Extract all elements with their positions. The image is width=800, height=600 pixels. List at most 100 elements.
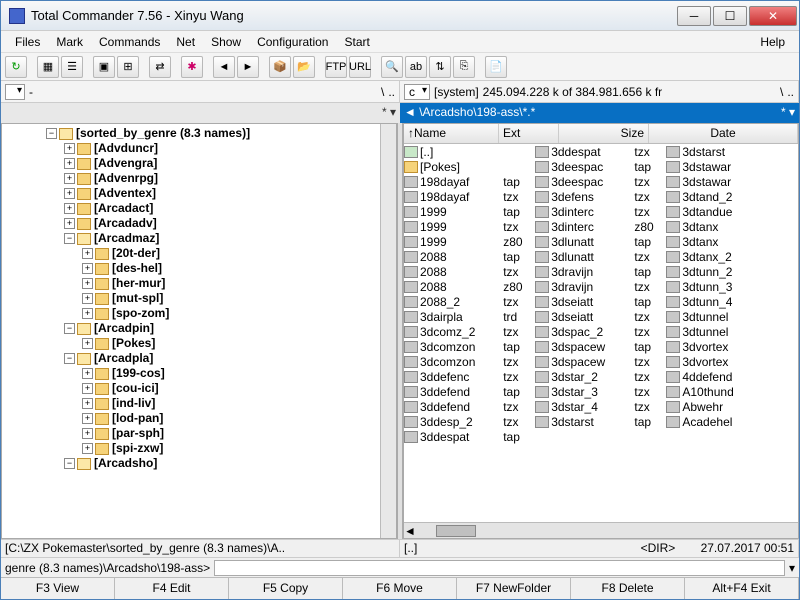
file-row[interactable]: 3deespactzx: [535, 174, 666, 189]
file-row[interactable]: 2088tap: [404, 249, 535, 264]
file-row[interactable]: 3dstawar: [666, 159, 797, 174]
file-row[interactable]: 3defenstzx: [535, 189, 666, 204]
file-row[interactable]: 3dstarst: [666, 144, 797, 159]
file-row[interactable]: [..]: [404, 144, 535, 159]
file-row[interactable]: 3ddesp_2tzx: [404, 414, 535, 429]
file-row[interactable]: 3dspac_2tzx: [535, 324, 666, 339]
tree-item[interactable]: −[Arcadmaz]: [6, 231, 378, 246]
file-row[interactable]: 3dstar_3tzx: [535, 384, 666, 399]
menu-files[interactable]: Files: [7, 33, 48, 51]
root-right-icon[interactable]: \: [780, 85, 783, 99]
notepad-icon[interactable]: 📄: [485, 56, 507, 78]
pack-icon[interactable]: 📦: [269, 56, 291, 78]
tree-item[interactable]: +[Pokes]: [6, 336, 378, 351]
unpack-icon[interactable]: 📂: [293, 56, 315, 78]
tree-item[interactable]: +[Arcadact]: [6, 201, 378, 216]
file-row[interactable]: 2088tzx: [404, 264, 535, 279]
scrollbar-left[interactable]: [380, 124, 396, 538]
file-row[interactable]: 3dlunatttap: [535, 234, 666, 249]
file-row[interactable]: 198dayaftzx: [404, 189, 535, 204]
file-row[interactable]: 1999tap: [404, 204, 535, 219]
search-icon[interactable]: 🔍: [381, 56, 403, 78]
menu-configuration[interactable]: Configuration: [249, 33, 336, 51]
command-input[interactable]: [214, 560, 785, 576]
file-row[interactable]: 3dcomz_2tzx: [404, 324, 535, 339]
tree-item[interactable]: +[spo-zom]: [6, 306, 378, 321]
file-row[interactable]: 3dvortex: [666, 339, 797, 354]
file-row[interactable]: 3deespactap: [535, 159, 666, 174]
file-row[interactable]: 3dstarsttap: [535, 414, 666, 429]
file-row[interactable]: 3ddefenctzx: [404, 369, 535, 384]
file-row[interactable]: Acadehel: [666, 414, 797, 429]
file-row[interactable]: 3dairplatrd: [404, 309, 535, 324]
file-row[interactable]: 3dintercz80: [535, 219, 666, 234]
file-row[interactable]: 1999tzx: [404, 219, 535, 234]
tree-item[interactable]: +[par-sph]: [6, 426, 378, 441]
file-row[interactable]: 3dlunatttzx: [535, 249, 666, 264]
file-row[interactable]: 2088z80: [404, 279, 535, 294]
file-row[interactable]: 3dravijntap: [535, 264, 666, 279]
file-row[interactable]: 3dspacewtzx: [535, 354, 666, 369]
tree-item[interactable]: −[Arcadpin]: [6, 321, 378, 336]
drive-select-left[interactable]: [5, 84, 25, 100]
tree-item[interactable]: +[Advduncr]: [6, 141, 378, 156]
multirename-icon[interactable]: ab: [405, 56, 427, 78]
file-row[interactable]: 3ddefendtzx: [404, 399, 535, 414]
file-row[interactable]: 3dseiatttap: [535, 294, 666, 309]
tree-item[interactable]: +[spi-zxw]: [6, 441, 378, 456]
file-row[interactable]: 3dtunnel: [666, 309, 797, 324]
view-brief-icon[interactable]: ▦: [37, 56, 59, 78]
file-row[interactable]: 3dtunnel: [666, 324, 797, 339]
file-row[interactable]: 3dcomzontzx: [404, 354, 535, 369]
up-right-icon[interactable]: ..: [787, 85, 794, 99]
tree-item[interactable]: +[Advenrpg]: [6, 171, 378, 186]
file-row[interactable]: 3dtand_2: [666, 189, 797, 204]
tree-icon[interactable]: ⊞: [117, 56, 139, 78]
drive-select-right[interactable]: c: [404, 84, 430, 100]
file-row[interactable]: 3dravijntzx: [535, 279, 666, 294]
f3-view[interactable]: F3 View: [1, 578, 115, 599]
file-row[interactable]: 3dtunn_4: [666, 294, 797, 309]
f7-newfolder[interactable]: F7 NewFolder: [457, 578, 571, 599]
copy-icon[interactable]: ⎘: [453, 56, 475, 78]
sync-icon[interactable]: ⇅: [429, 56, 451, 78]
thumbs-icon[interactable]: ▣: [93, 56, 115, 78]
tree-item[interactable]: +[des-hel]: [6, 261, 378, 276]
forward-icon[interactable]: ►: [237, 56, 259, 78]
menu-help[interactable]: Help: [752, 33, 793, 51]
file-row[interactable]: 3dtanx_2: [666, 249, 797, 264]
file-row[interactable]: [Pokes]: [404, 159, 535, 174]
file-row[interactable]: 3dseiatttzx: [535, 309, 666, 324]
tree-item[interactable]: +[Arcadadv]: [6, 216, 378, 231]
file-row[interactable]: 3dcomzontap: [404, 339, 535, 354]
file-row[interactable]: 3ddespattzx: [535, 144, 666, 159]
file-row[interactable]: 3dtandue: [666, 204, 797, 219]
file-row[interactable]: 3dtunn_3: [666, 279, 797, 294]
f8-delete[interactable]: F8 Delete: [571, 578, 685, 599]
tree-item[interactable]: +[20t-der]: [6, 246, 378, 261]
tree-item[interactable]: +[ind-liv]: [6, 396, 378, 411]
root-left-icon[interactable]: \: [381, 85, 384, 99]
menu-start[interactable]: Start: [336, 33, 377, 51]
column-header[interactable]: ↑Name Ext Size Date: [404, 124, 798, 144]
path-left[interactable]: * ▾: [1, 103, 400, 123]
tree-item[interactable]: +[her-mur]: [6, 276, 378, 291]
tree-item[interactable]: +[Adventex]: [6, 186, 378, 201]
file-row[interactable]: 3dtanx: [666, 234, 797, 249]
file-row[interactable]: 3dtunn_2: [666, 264, 797, 279]
command-dropdown-icon[interactable]: ▾: [789, 561, 795, 575]
file-row[interactable]: 3dstar_4tzx: [535, 399, 666, 414]
f4-edit[interactable]: F4 Edit: [115, 578, 229, 599]
file-row[interactable]: 3dtanx: [666, 219, 797, 234]
tree-item[interactable]: −[Arcadsho]: [6, 456, 378, 471]
close-button[interactable]: ✕: [749, 6, 797, 26]
f5-copy[interactable]: F5 Copy: [229, 578, 343, 599]
tree-item[interactable]: −[Arcadpla]: [6, 351, 378, 366]
ftp-icon[interactable]: FTP: [325, 56, 347, 78]
path-right[interactable]: ◄ \Arcadsho\198-ass\*.** ▾: [400, 103, 799, 123]
file-row[interactable]: 3dinterctzx: [535, 204, 666, 219]
file-list[interactable]: [..][Pokes]198dayaftap198dayaftzx1999tap…: [404, 144, 798, 522]
file-row[interactable]: 3dvortex: [666, 354, 797, 369]
file-row[interactable]: 2088_2tzx: [404, 294, 535, 309]
scrollbar-bottom[interactable]: ◄: [404, 522, 798, 538]
